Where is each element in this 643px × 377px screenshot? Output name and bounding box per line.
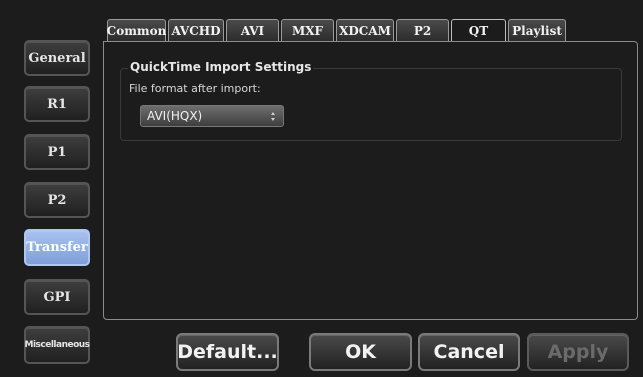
group-title: QuickTime Import Settings (128, 60, 314, 74)
sidebar-item-transfer[interactable]: Transfer (24, 229, 90, 266)
settings-window: General R1 P1 P2 Transfer GPI Miscellane… (0, 0, 643, 377)
default-button[interactable]: Default... (176, 333, 279, 371)
cancel-button[interactable]: Cancel (418, 333, 520, 371)
tab-qt[interactable]: QT (451, 19, 506, 42)
tab-xdcam[interactable]: XDCAM (336, 19, 394, 41)
file-format-label: File format after import: (129, 82, 261, 95)
select-arrows-icon (270, 112, 275, 121)
sidebar-item-p2[interactable]: P2 (24, 182, 90, 218)
sidebar-item-r1[interactable]: R1 (24, 86, 90, 122)
ok-button[interactable]: OK (309, 333, 412, 371)
apply-button[interactable]: Apply (527, 333, 629, 371)
tab-playlist[interactable]: Playlist (508, 19, 566, 41)
tab-p2[interactable]: P2 (396, 19, 449, 41)
sidebar-item-p1[interactable]: P1 (24, 134, 90, 170)
sidebar-item-general[interactable]: General (24, 40, 90, 76)
sidebar-item-gpi[interactable]: GPI (24, 279, 90, 315)
sidebar-item-miscellaneous[interactable]: Miscellaneous (24, 326, 90, 364)
tab-common[interactable]: Common (107, 19, 166, 41)
tab-avi[interactable]: AVI (226, 19, 279, 41)
file-format-value: AVI(HQX) (147, 109, 203, 123)
file-format-select[interactable]: AVI(HQX) (140, 105, 284, 127)
tab-mxf[interactable]: MXF (281, 19, 334, 41)
tab-avchd[interactable]: AVCHD (168, 19, 224, 41)
